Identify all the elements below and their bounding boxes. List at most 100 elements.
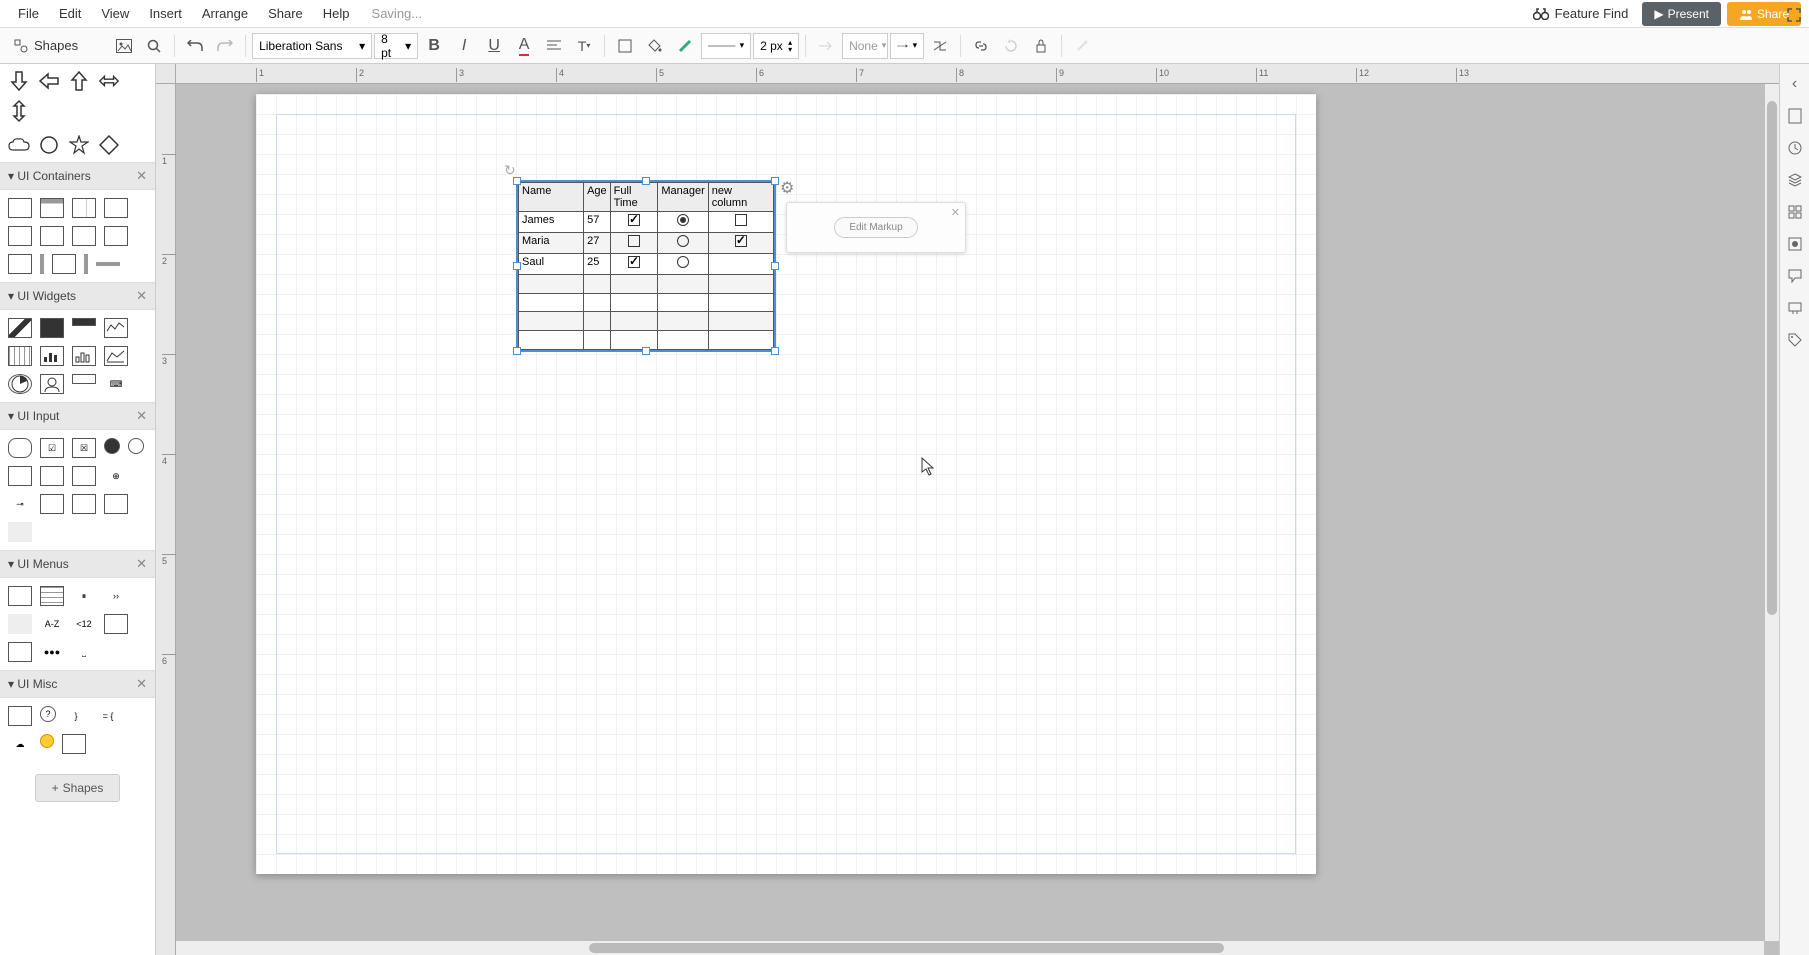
widget-shape[interactable] xyxy=(8,318,32,338)
widget-shape[interactable] xyxy=(8,374,32,394)
input-shape[interactable] xyxy=(8,522,32,542)
widget-shape[interactable] xyxy=(40,346,64,366)
cell-name[interactable]: Saul xyxy=(519,253,584,274)
fill-color-button[interactable] xyxy=(611,32,639,60)
menu-shape[interactable] xyxy=(104,614,128,634)
gear-icon[interactable]: ⚙ xyxy=(780,178,794,192)
menu-shape[interactable] xyxy=(40,586,64,606)
arrow-start-select[interactable]: None▾ xyxy=(842,33,888,59)
shapes-panel-toggle[interactable]: Shapes xyxy=(6,38,86,53)
cell-name[interactable]: James xyxy=(519,212,584,233)
feature-find-button[interactable]: Feature Find xyxy=(1525,2,1637,25)
menu-shape[interactable] xyxy=(8,642,32,662)
resize-handle[interactable] xyxy=(642,177,650,185)
input-shape[interactable] xyxy=(40,494,64,514)
line-style-select[interactable]: ▾ xyxy=(701,33,751,59)
menu-shape[interactable]: <12 xyxy=(72,614,96,634)
text-options-button[interactable]: T▾ xyxy=(570,32,598,60)
resize-handle[interactable] xyxy=(513,347,521,355)
clock-icon[interactable] xyxy=(1785,138,1805,158)
master-icon[interactable] xyxy=(1785,234,1805,254)
input-shape[interactable] xyxy=(40,466,64,486)
container-shape[interactable] xyxy=(104,198,128,218)
menu-share[interactable]: Share xyxy=(258,2,313,25)
cell-age[interactable]: 27 xyxy=(584,232,611,253)
col-age[interactable]: Age xyxy=(584,183,611,212)
misc-shape[interactable]: ☁ xyxy=(8,734,32,754)
menu-shape[interactable]: A-Z xyxy=(40,614,64,634)
italic-button[interactable]: I xyxy=(450,32,478,60)
menu-file[interactable]: File xyxy=(8,2,49,25)
line-routing-button[interactable] xyxy=(926,32,954,60)
table-row[interactable] xyxy=(519,293,774,312)
misc-shape[interactable]: = { xyxy=(96,706,120,726)
cell-newcol[interactable] xyxy=(708,253,773,274)
resize-handle[interactable] xyxy=(513,262,521,270)
resize-handle[interactable] xyxy=(771,177,779,185)
menu-shape[interactable] xyxy=(8,614,32,634)
widget-shape[interactable] xyxy=(40,318,64,338)
cell-name[interactable]: Maria xyxy=(519,232,584,253)
container-shape[interactable] xyxy=(72,226,96,246)
tag-icon[interactable] xyxy=(1785,330,1805,350)
section-ui-input[interactable]: ▾ UI Input ✕ xyxy=(0,402,155,430)
widget-shape[interactable] xyxy=(72,374,96,384)
scrollbar-thumb[interactable] xyxy=(1767,101,1777,615)
table-row[interactable]: Maria 27 xyxy=(519,232,774,253)
image-button[interactable] xyxy=(110,32,138,60)
cell-newcol[interactable] xyxy=(708,212,773,233)
rotate-handle[interactable]: ↻ xyxy=(504,162,518,176)
container-shape[interactable] xyxy=(96,262,120,266)
container-shape[interactable] xyxy=(104,226,128,246)
input-shape[interactable] xyxy=(128,438,144,454)
menu-shape[interactable]: ⏸ xyxy=(72,586,96,606)
cell-manager[interactable] xyxy=(658,232,708,253)
fullscreen-button[interactable] xyxy=(1785,6,1803,24)
underline-button[interactable]: U xyxy=(480,32,508,60)
comment-icon[interactable] xyxy=(1785,266,1805,286)
container-shape[interactable] xyxy=(8,226,32,246)
col-fulltime[interactable]: Full Time xyxy=(610,183,658,212)
misc-shape[interactable]: ? xyxy=(40,706,56,722)
input-shape[interactable] xyxy=(72,494,96,514)
table-row[interactable]: Saul 25 xyxy=(519,253,774,274)
cell-fulltime[interactable] xyxy=(610,253,658,274)
container-shape[interactable] xyxy=(40,226,64,246)
container-shape[interactable] xyxy=(72,198,96,218)
search-button[interactable] xyxy=(140,32,168,60)
widget-shape[interactable] xyxy=(8,346,32,366)
input-shape[interactable] xyxy=(104,494,128,514)
grid-icon[interactable] xyxy=(1785,202,1805,222)
menu-arrange[interactable]: Arrange xyxy=(192,2,258,25)
lock-button[interactable] xyxy=(1027,32,1055,60)
widget-shape[interactable] xyxy=(40,374,64,394)
close-icon[interactable]: ✕ xyxy=(136,168,147,184)
widget-shape[interactable] xyxy=(104,318,128,338)
menu-help[interactable]: Help xyxy=(313,2,360,25)
link-button[interactable] xyxy=(967,32,995,60)
bold-button[interactable]: B xyxy=(420,32,448,60)
cell-age[interactable]: 25 xyxy=(584,253,611,274)
misc-shape[interactable]: } xyxy=(64,706,88,726)
redo-button[interactable] xyxy=(211,32,239,60)
input-shape[interactable] xyxy=(8,466,32,486)
line-color-button[interactable] xyxy=(671,32,699,60)
input-shape[interactable]: ⊸ xyxy=(8,494,32,514)
font-size-select[interactable]: 8 pt▾ xyxy=(374,33,418,59)
cell-fulltime[interactable] xyxy=(610,232,658,253)
input-shape[interactable] xyxy=(104,438,120,454)
diamond-shape[interactable] xyxy=(98,134,120,156)
chevron-left-icon[interactable]: ‹ xyxy=(1785,74,1805,94)
close-icon[interactable]: ✕ xyxy=(951,206,960,219)
misc-shape[interactable] xyxy=(62,734,86,754)
arrow-style-button[interactable] xyxy=(812,32,840,60)
text-color-button[interactable]: A xyxy=(510,32,538,60)
presentation-icon[interactable] xyxy=(1785,298,1805,318)
cell-age[interactable]: 57 xyxy=(584,212,611,233)
section-ui-misc[interactable]: ▾ UI Misc ✕ xyxy=(0,670,155,698)
section-ui-widgets[interactable]: ▾ UI Widgets ✕ xyxy=(0,282,155,310)
arrow-down-shape[interactable] xyxy=(8,70,30,92)
star-shape[interactable] xyxy=(68,134,90,156)
cell-manager[interactable] xyxy=(658,212,708,233)
input-shape[interactable]: ⊕ xyxy=(104,466,128,486)
